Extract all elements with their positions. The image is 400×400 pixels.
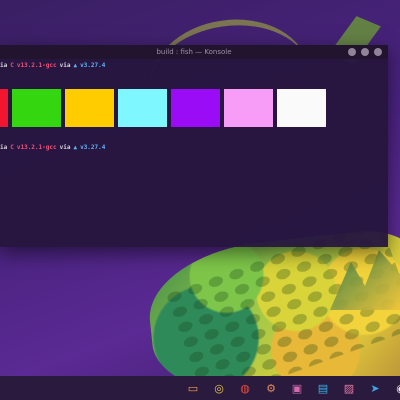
window-title: build : fish — Konsole: [156, 48, 232, 56]
chrome-icon[interactable]: ◎: [210, 380, 228, 396]
prompt-line: ia C v13.2.1-gcc via ▲ v3.27.4: [0, 143, 105, 151]
konsole-window[interactable]: build : fish — Konsole ia C v13.2.1-gcc …: [0, 45, 388, 247]
palette-icon[interactable]: ◍: [236, 380, 254, 396]
compiler-version: v13.2.1-gcc: [16, 143, 57, 151]
telegram-icon[interactable]: ➤: [366, 380, 384, 396]
color-swatch-cyan: [118, 89, 167, 127]
close-button[interactable]: [374, 48, 382, 56]
c-language-icon: C: [10, 143, 14, 151]
monitor-icon[interactable]: ▤: [314, 380, 332, 396]
color-swatch-white: [277, 89, 326, 127]
minimize-button[interactable]: [348, 48, 356, 56]
dock-icon-row: ▭ ◎ ◍ ⚙ ▣ ▤ ▨ ➤ ◉: [184, 380, 400, 396]
settings-icon[interactable]: ⚙: [262, 380, 280, 396]
color-swatch-purple: [171, 89, 220, 127]
prompt-via: via: [59, 61, 71, 69]
window-titlebar[interactable]: build : fish — Konsole: [0, 45, 388, 59]
maximize-button[interactable]: [361, 48, 369, 56]
terminal-icon[interactable]: ◉: [392, 380, 400, 396]
prompt-via: via: [59, 143, 71, 151]
color-swatch-pink: [224, 89, 273, 127]
prompt-directory: ia: [0, 143, 8, 151]
store-icon[interactable]: ▣: [288, 380, 306, 396]
color-swatch-row: [0, 89, 330, 127]
color-swatch-yellow: [65, 89, 114, 127]
image-icon[interactable]: ▨: [340, 380, 358, 396]
color-swatch-green: [12, 89, 61, 127]
cmake-icon: ▲: [73, 143, 78, 151]
cmake-icon: ▲: [73, 61, 78, 69]
color-swatch-red: [0, 89, 8, 127]
prompt-directory: ia: [0, 61, 8, 69]
taskbar-dock: ▭ ◎ ◍ ⚙ ▣ ▤ ▨ ➤ ◉: [0, 376, 400, 400]
folder-icon[interactable]: ▭: [184, 380, 202, 396]
cmake-version: v3.27.4: [80, 143, 106, 151]
prompt-line: ia C v13.2.1-gcc via ▲ v3.27.4: [0, 61, 105, 69]
c-language-icon: C: [10, 61, 14, 69]
cmake-version: v3.27.4: [80, 61, 106, 69]
compiler-version: v13.2.1-gcc: [16, 61, 57, 69]
